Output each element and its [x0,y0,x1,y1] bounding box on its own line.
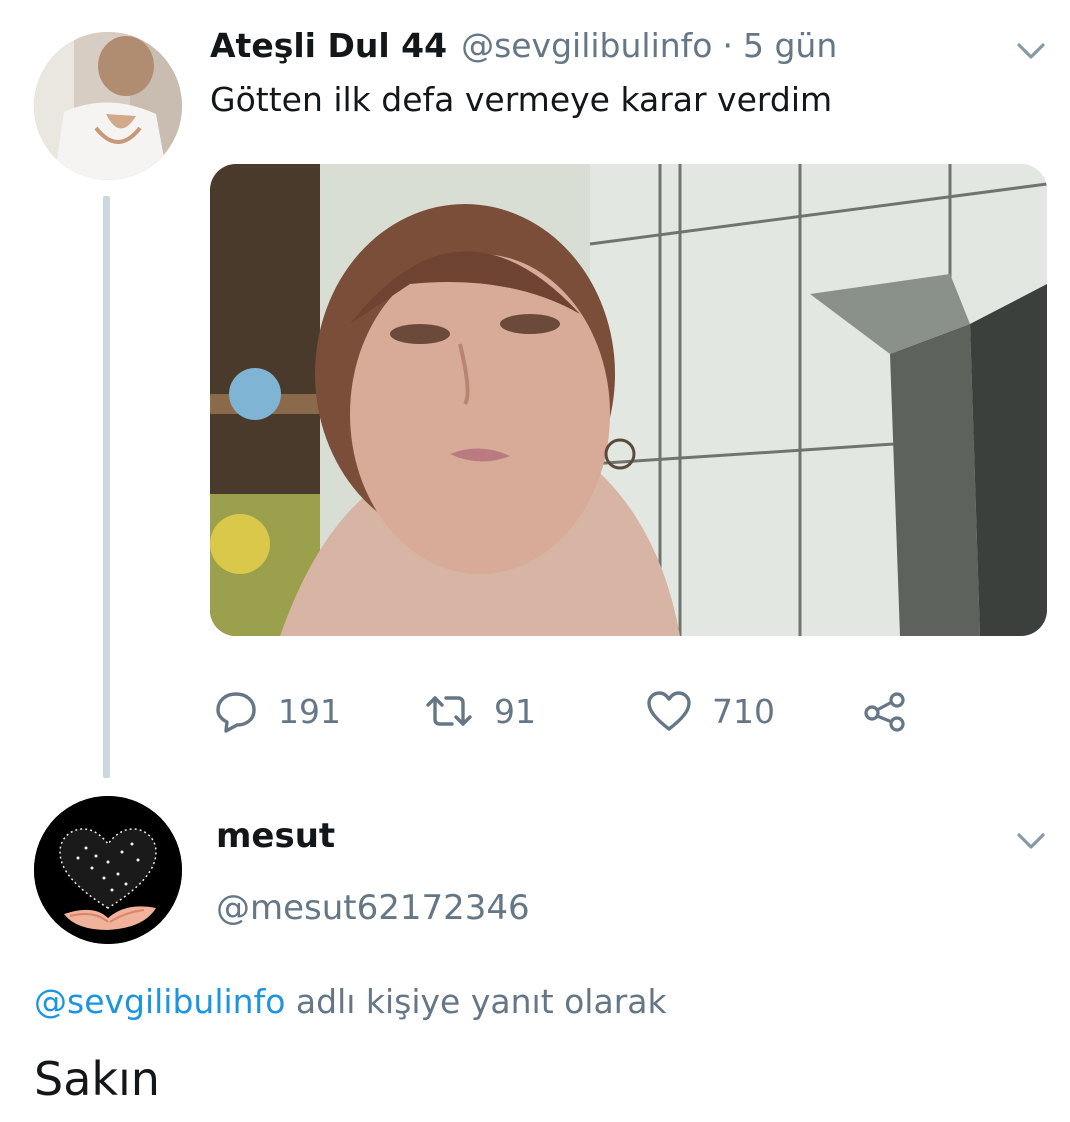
heart-icon [646,689,692,733]
reply-count: 191 [278,691,341,731]
chevron-down-icon[interactable] [1014,34,1048,68]
reply-author-handle[interactable]: @mesut62172346 [216,888,530,928]
avatar-photo [34,32,182,180]
author-display-name[interactable]: Ateşli Dul 44 [210,26,447,65]
replying-to-mention-link[interactable]: @sevgilibulinfo [34,982,285,1021]
chevron-down-icon[interactable] [1014,824,1048,858]
author-handle[interactable]: @sevgilibulinfo [461,26,712,65]
separator-dot: · [722,26,733,65]
reply-button[interactable]: 191 [214,684,341,738]
retweet-icon [424,689,474,733]
tweet-timestamp[interactable]: 5 gün [743,26,837,65]
reply-author-display-name[interactable]: mesut [216,816,335,856]
reply-text: Sakın [34,1052,160,1106]
tweet-actions-bar: 191 91 710 [214,684,934,738]
like-count: 710 [712,691,775,731]
author-avatar[interactable] [34,32,182,180]
share-button[interactable] [862,684,910,738]
like-button[interactable]: 710 [646,684,775,738]
speech-bubble-icon [214,689,258,733]
avatar-heart-image [34,796,182,944]
share-icon [862,689,910,733]
tweet-header: Ateşli Dul 44 @sevgilibulinfo · 5 gün [210,26,837,76]
reply-author-avatar[interactable] [34,796,182,944]
thread-line [103,196,110,778]
tweet-media-photo[interactable] [210,164,1047,636]
retweet-count: 91 [494,691,536,731]
tweet-text: Götten ilk defa vermeye karar verdim [210,80,833,119]
retweet-button[interactable]: 91 [424,684,536,738]
replying-to-text: adlı kişiye yanıt olarak [285,982,667,1021]
replying-to-line: @sevgilibulinfo adlı kişiye yanıt olarak [34,982,667,1021]
